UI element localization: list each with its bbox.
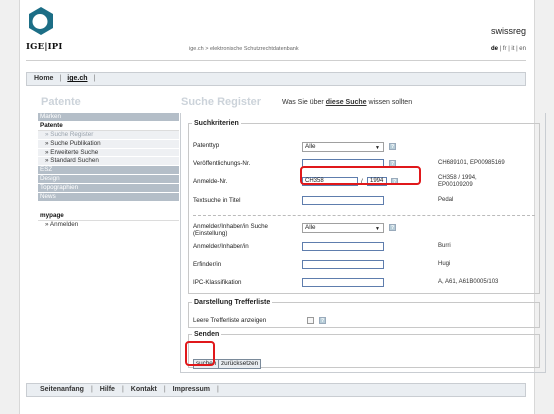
ipc-example: A, A61, A61B0005/103	[438, 279, 499, 285]
logo-mark-icon[interactable]	[26, 6, 56, 36]
footer-link-impressum[interactable]: Impressum	[173, 386, 210, 393]
footer-link-hilfe[interactable]: Hilfe	[100, 386, 115, 393]
senden-legend: Senden	[194, 331, 220, 338]
nav-home-link[interactable]: Home	[34, 75, 53, 82]
textsuche-label: Textsuche in Titel	[193, 197, 241, 204]
sidebar-item-mypage[interactable]: mypage	[38, 211, 179, 221]
darstellung-legend: Darstellung Trefferliste	[194, 299, 271, 306]
darstellung-fieldset: Darstellung Trefferliste Leere Trefferli…	[188, 299, 540, 328]
page-subtitle-post: wissen sollten	[366, 99, 413, 106]
highlight-anmelde	[300, 166, 421, 185]
sidebar-item-design[interactable]: Design	[38, 175, 179, 185]
nav-separator: |	[93, 75, 96, 82]
page-subtitle: Was Sie über diese Suche wissen sollten	[282, 99, 412, 106]
sidebar-item-suche-register[interactable]: » Suche Register	[38, 130, 179, 140]
section-title: Patente	[41, 96, 81, 108]
inhaber-suche-value: Alle	[305, 224, 316, 231]
criteria-legend: Suchkriterien	[194, 120, 239, 127]
inhaber-label: Anmelder/Inhaber/in	[193, 243, 249, 250]
ipc-label: IPC-Klassifikation	[193, 279, 242, 286]
patenttyp-select[interactable]: Alle ▼	[302, 142, 384, 152]
textsuche-input[interactable]	[302, 196, 384, 205]
sidebar-item-standard-suchen[interactable]: » Standard Suchen	[38, 157, 179, 167]
erfinder-label: Erfinder/in	[193, 261, 222, 268]
breadcrumb: ige.ch > elektronische Schutzrechtdatenb…	[189, 46, 299, 52]
chevron-down-icon: ▼	[375, 145, 380, 151]
veroeff-label: Veröffentlichungs-Nr.	[193, 160, 251, 167]
inhaber-suche-label-line2: (Einstellung)	[193, 230, 228, 237]
nav-ige-link[interactable]: ige.ch	[67, 75, 87, 82]
help-icon[interactable]: ?	[389, 143, 396, 150]
help-link[interactable]: diese Suche	[326, 99, 367, 106]
brand-name: swissreg	[490, 26, 526, 36]
senden-fieldset: Senden suchen zurücksetzen	[188, 331, 540, 369]
footer-link-kontakt[interactable]: Kontakt	[131, 386, 157, 393]
section-divider	[193, 215, 535, 216]
criteria-fieldset: Suchkriterien Patenttyp Alle ▼ ? Veröffe…	[188, 120, 540, 294]
footer-separator: |	[163, 386, 166, 393]
erfinder-input[interactable]	[302, 260, 384, 269]
chevron-down-icon: ▼	[375, 226, 380, 232]
footer-navbar: Seitenanfang | Hilfe | Kontakt | Impressum |	[26, 383, 526, 397]
language-switcher: de | fr | it | en	[491, 46, 526, 52]
footer-link-seitenanfang[interactable]: Seitenanfang	[40, 386, 84, 393]
footer-separator: |	[90, 386, 93, 393]
footer-separator: |	[121, 386, 124, 393]
help-icon[interactable]: ?	[319, 317, 326, 324]
anmelde-label: Anmelde-Nr.	[193, 178, 228, 185]
leere-trefferliste-label: Leere Trefferliste anzeigen	[193, 317, 267, 324]
leere-trefferliste-checkbox[interactable]	[307, 317, 314, 324]
reset-button[interactable]: zurücksetzen	[218, 359, 262, 369]
page-title: Suche Register	[181, 96, 262, 108]
textsuche-example: Pedal	[438, 197, 454, 203]
sidebar-item-erweiterte-suche[interactable]: » Erweiterte Suche	[38, 148, 179, 158]
veroeff-example: CH689101, EP00985169	[438, 160, 505, 166]
top-navbar: Home | ige.ch |	[26, 72, 526, 86]
search-form: Suchkriterien Patenttyp Alle ▼ ? Veröffe…	[180, 113, 546, 373]
page-frame: IGE|IPI swissreg ige.ch > elektronische …	[19, 0, 546, 414]
sidebar-item-marken[interactable]: Marken	[38, 113, 179, 122]
sidebar-item-esz[interactable]: ESZ	[38, 166, 179, 176]
sidebar-item-patente[interactable]: Patente	[38, 121, 179, 131]
help-icon[interactable]: ?	[389, 224, 396, 231]
anmelde-example-line1: CH358 / 1994,	[438, 175, 477, 181]
patenttyp-value: Alle	[305, 143, 316, 150]
language-current[interactable]: de	[491, 46, 498, 52]
inhaber-suche-select[interactable]: Alle ▼	[302, 223, 384, 233]
footer-separator: |	[217, 386, 219, 393]
inhaber-example: Burri	[438, 243, 451, 249]
highlight-search-button	[185, 341, 215, 366]
sidebar-item-news[interactable]: News	[38, 193, 179, 202]
logo-text: IGE|IPI	[26, 42, 63, 52]
anmelde-example-line2: EP00109209	[438, 182, 473, 188]
ipc-input[interactable]	[302, 278, 384, 287]
language-others[interactable]: | fr | it | en	[498, 46, 526, 52]
sidebar-item-anmelden[interactable]: » Anmelden	[38, 220, 179, 230]
erfinder-example: Hugi	[438, 261, 451, 267]
header-divider	[26, 60, 526, 61]
sidebar-item-topographien[interactable]: Topographien	[38, 184, 179, 194]
page-subtitle-pre: Was Sie über	[282, 99, 326, 106]
nav-separator: |	[59, 75, 62, 82]
patenttyp-label: Patenttyp	[193, 142, 220, 149]
inhaber-input[interactable]	[302, 242, 384, 251]
sidebar: Marken Patente » Suche Register » Suche …	[38, 113, 179, 230]
sidebar-spacer	[38, 201, 179, 212]
sidebar-item-suche-publikation[interactable]: » Suche Publikation	[38, 139, 179, 149]
inhaber-suche-label-line1: Anmelder/Inhaber/in Suche	[193, 223, 268, 230]
